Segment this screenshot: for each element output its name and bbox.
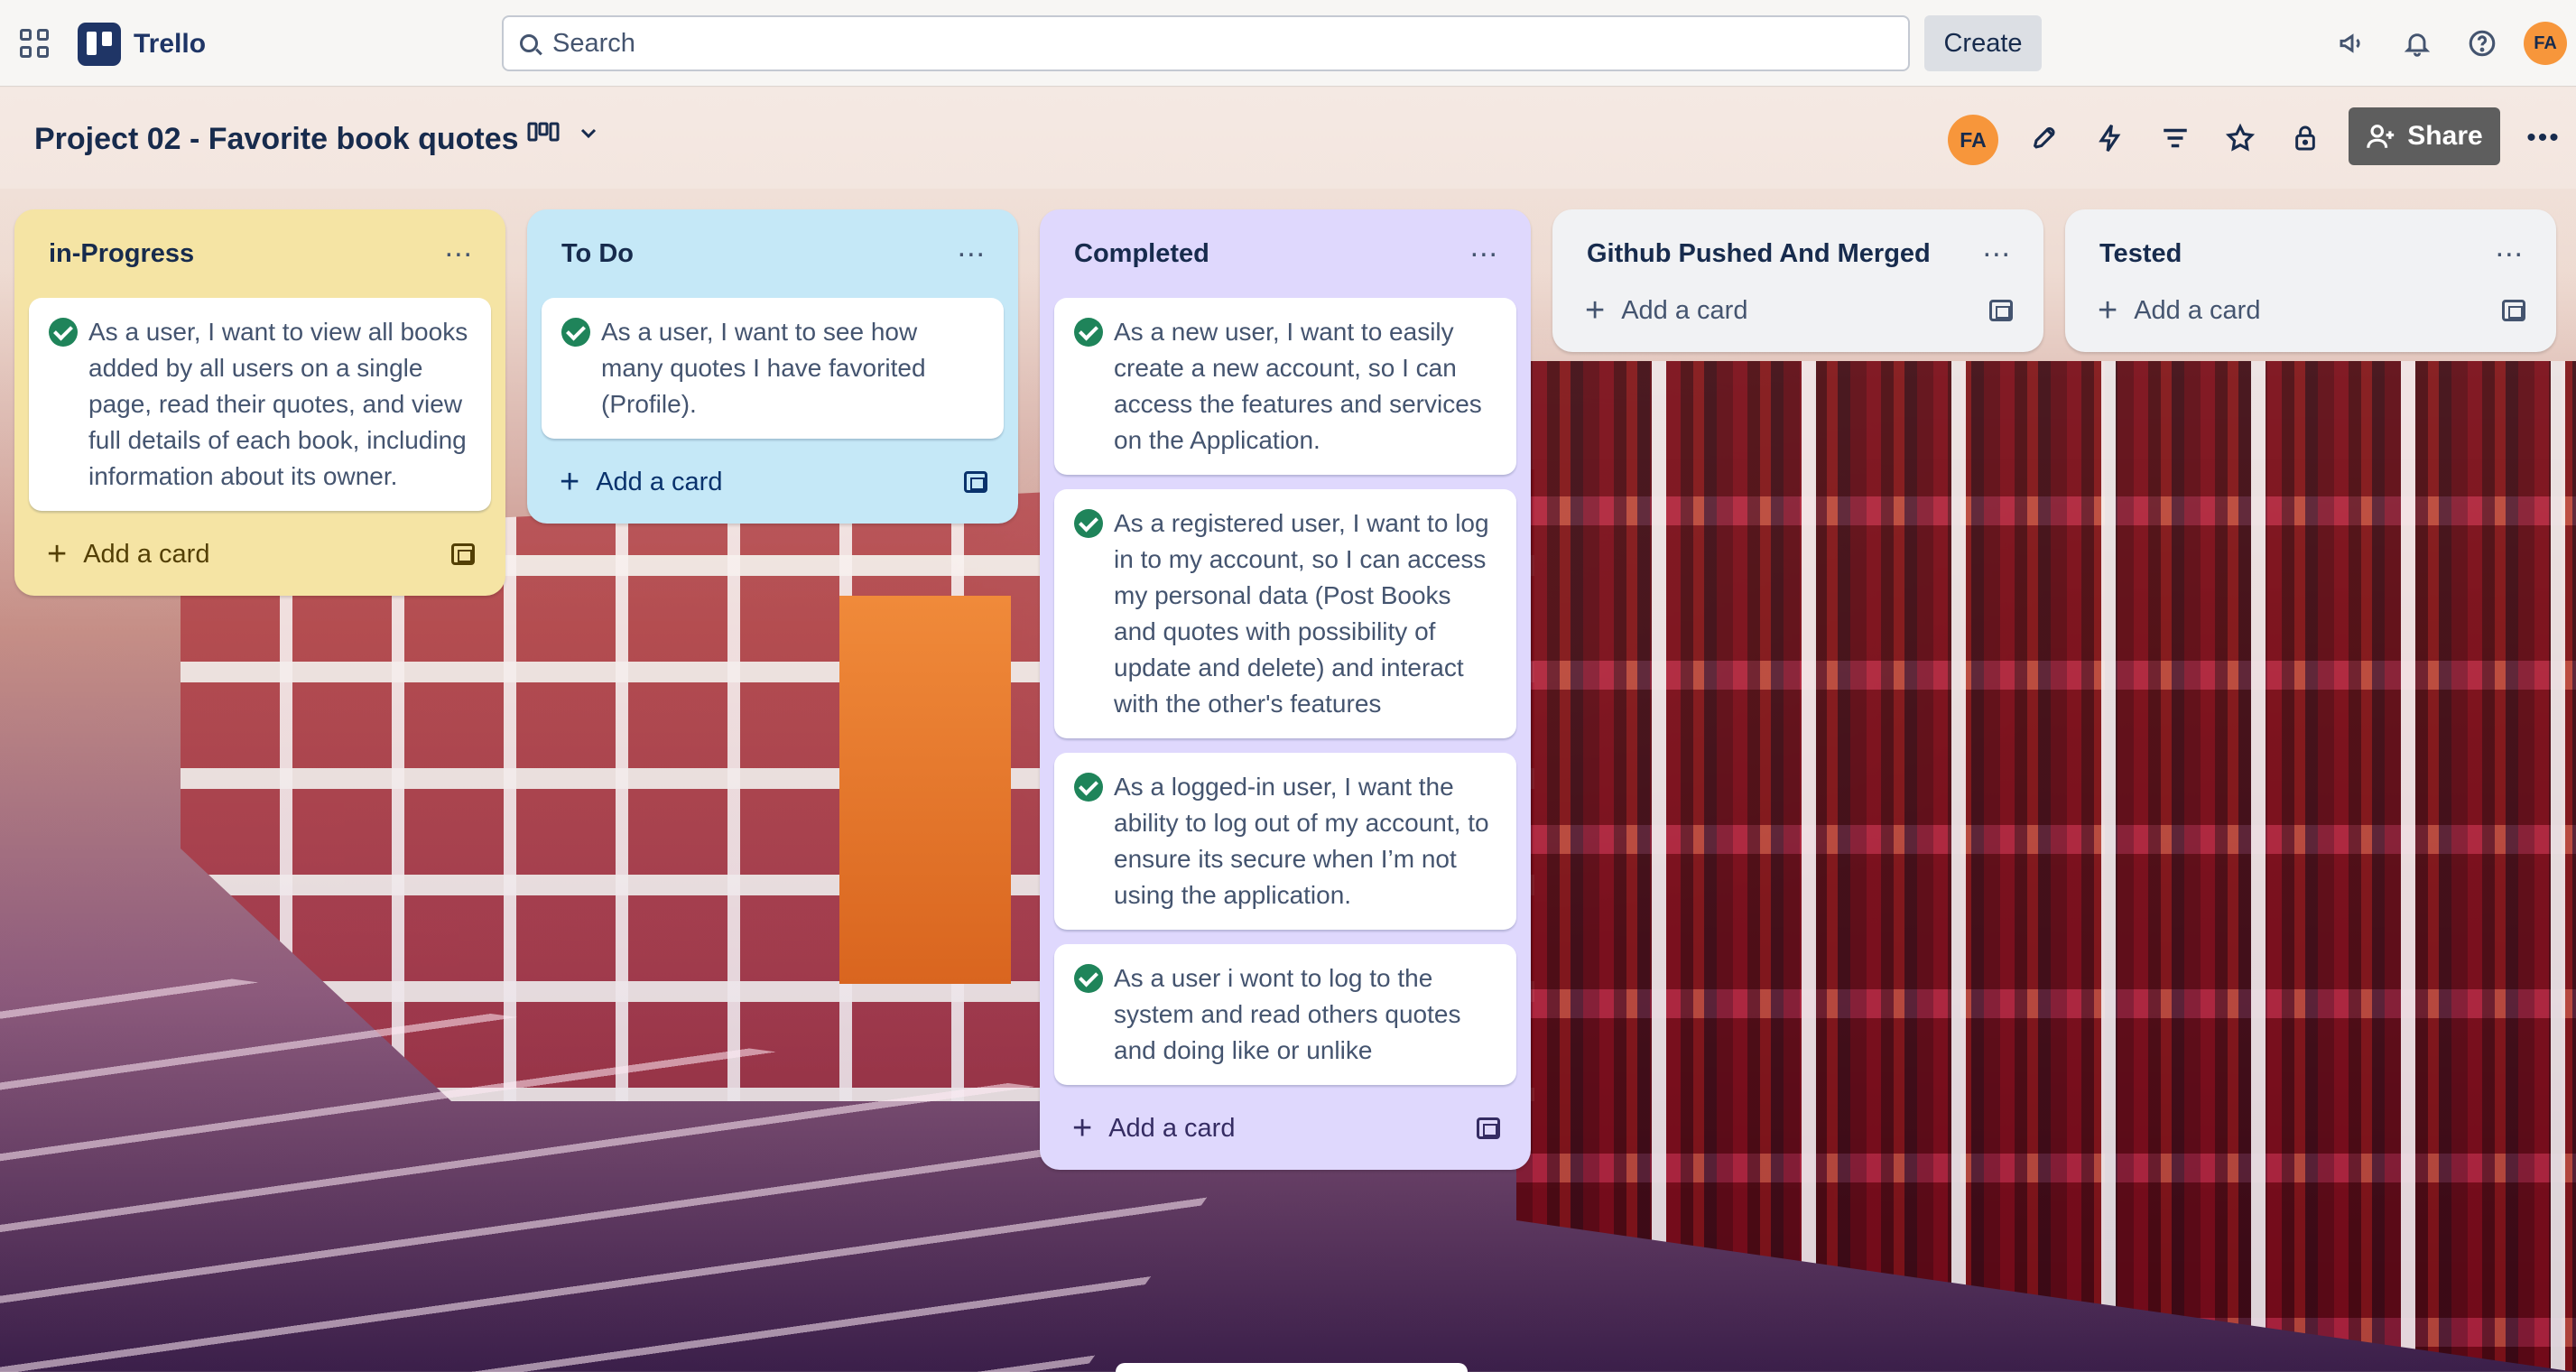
- add-card-button[interactable]: + Add a card: [1567, 282, 2029, 339]
- list-in-progress: in-Progress ... As a user, I want to vie…: [14, 209, 505, 596]
- plus-icon: +: [2098, 292, 2118, 329]
- bell-icon[interactable]: [2401, 27, 2433, 60]
- app-name: Trello: [134, 29, 207, 59]
- card[interactable]: As a registered user, I want to log in t…: [1054, 489, 1516, 738]
- list-title[interactable]: To Do: [561, 239, 634, 269]
- top-navigation-bar: Trello Search Create FA: [0, 0, 2576, 87]
- list-header: Completed ...: [1054, 209, 1516, 298]
- power-ups-icon[interactable]: [2027, 120, 2063, 156]
- list-more-icon[interactable]: ...: [958, 231, 986, 265]
- card-template-icon[interactable]: [964, 471, 987, 493]
- add-card-label: Add a card: [83, 539, 210, 569]
- megaphone-icon[interactable]: [2336, 27, 2368, 60]
- list-more-icon[interactable]: ...: [1983, 231, 2011, 265]
- automation-icon[interactable]: [2092, 120, 2128, 156]
- apps-grid-icon[interactable]: [20, 29, 49, 58]
- trello-home-link[interactable]: Trello: [78, 23, 206, 66]
- share-label: Share: [2407, 121, 2483, 151]
- list-title[interactable]: in-Progress: [49, 239, 194, 269]
- board-view-switcher[interactable]: [527, 120, 599, 145]
- card-title: As a user, I want to view all books adde…: [88, 318, 468, 490]
- check-circle-icon[interactable]: [561, 318, 590, 347]
- create-button[interactable]: Create: [1924, 15, 2042, 71]
- add-card-button[interactable]: + Add a card: [2080, 282, 2542, 339]
- add-card-label: Add a card: [1108, 1113, 1236, 1143]
- card[interactable]: As a logged-in user, I want the ability …: [1054, 753, 1516, 930]
- plus-icon: +: [1585, 292, 1606, 329]
- search-placeholder: Search: [552, 28, 635, 58]
- card[interactable]: As a user i wont to log to the system an…: [1054, 944, 1516, 1085]
- card-title: As a new user, I want to easily create a…: [1114, 318, 1482, 454]
- check-circle-icon[interactable]: [1074, 773, 1103, 802]
- lock-icon[interactable]: [2287, 120, 2323, 156]
- add-card-label: Add a card: [596, 467, 723, 496]
- card-title: As a user, I want to see how many quotes…: [601, 318, 926, 418]
- check-circle-icon[interactable]: [1074, 509, 1103, 538]
- plus-icon: +: [560, 463, 580, 501]
- list-header: in-Progress ...: [29, 209, 491, 298]
- plus-icon: +: [1072, 1109, 1093, 1147]
- help-icon[interactable]: [2466, 27, 2498, 60]
- list-header: To Do ...: [542, 209, 1004, 298]
- card-template-icon[interactable]: [1989, 300, 2013, 321]
- add-card-label: Add a card: [1621, 295, 1748, 325]
- chevron-down-icon: [580, 128, 597, 139]
- background-bookshelf-right: [1516, 361, 2576, 1372]
- card[interactable]: As a user, I want to view all books adde…: [29, 298, 491, 511]
- list-to-do: To Do ... As a user, I want to see how m…: [527, 209, 1018, 524]
- list-more-icon[interactable]: ...: [445, 231, 473, 265]
- add-card-button[interactable]: + Add a card: [542, 453, 1004, 511]
- card-template-icon[interactable]: [1477, 1117, 1500, 1139]
- card-title: As a registered user, I want to log in t…: [1114, 509, 1489, 718]
- trello-logo-icon: [78, 23, 121, 66]
- card[interactable]: As a new user, I want to easily create a…: [1054, 298, 1516, 475]
- board-header: Project 02 - Favorite book quotes FA Sha…: [0, 88, 2576, 189]
- horizontal-scroll-indicator[interactable]: [1116, 1363, 1468, 1372]
- list-title[interactable]: Tested: [2099, 239, 2182, 269]
- star-icon[interactable]: [2222, 120, 2258, 156]
- list-title[interactable]: Completed: [1074, 239, 1209, 269]
- card-title: As a user i wont to log to the system an…: [1114, 964, 1461, 1064]
- add-member-icon: [2367, 125, 2395, 148]
- background-orange-panel: [839, 596, 1011, 984]
- list-title[interactable]: Github Pushed And Merged: [1587, 239, 1931, 269]
- list-completed: Completed ... As a new user, I want to e…: [1040, 209, 1531, 1170]
- card[interactable]: As a user, I want to see how many quotes…: [542, 298, 1004, 439]
- user-avatar[interactable]: FA: [2524, 22, 2567, 65]
- add-card-button[interactable]: + Add a card: [29, 525, 491, 583]
- share-button[interactable]: Share: [2349, 107, 2500, 165]
- card-template-icon[interactable]: [2502, 300, 2525, 321]
- plus-icon: +: [47, 535, 68, 573]
- filter-icon[interactable]: [2157, 120, 2193, 156]
- list-more-icon[interactable]: ...: [1470, 231, 1498, 265]
- board-view-icon: [527, 122, 560, 142]
- list-github-pushed-and-merged: Github Pushed And Merged ... + Add a card: [1552, 209, 2043, 352]
- board-menu-more-icon[interactable]: •••: [2525, 120, 2562, 156]
- board-title[interactable]: Project 02 - Favorite book quotes: [34, 122, 519, 157]
- list-more-icon[interactable]: ...: [2496, 231, 2524, 265]
- check-circle-icon[interactable]: [1074, 964, 1103, 993]
- card-template-icon[interactable]: [451, 543, 475, 565]
- search-input[interactable]: Search: [502, 15, 1910, 71]
- board-member-avatar[interactable]: FA: [1948, 115, 1998, 165]
- add-card-label: Add a card: [2134, 295, 2261, 325]
- list-tested: Tested ... + Add a card: [2065, 209, 2556, 352]
- add-card-button[interactable]: + Add a card: [1054, 1099, 1516, 1157]
- check-circle-icon[interactable]: [49, 318, 78, 347]
- check-circle-icon[interactable]: [1074, 318, 1103, 347]
- card-title: As a logged-in user, I want the ability …: [1114, 773, 1489, 909]
- search-icon: [520, 34, 538, 52]
